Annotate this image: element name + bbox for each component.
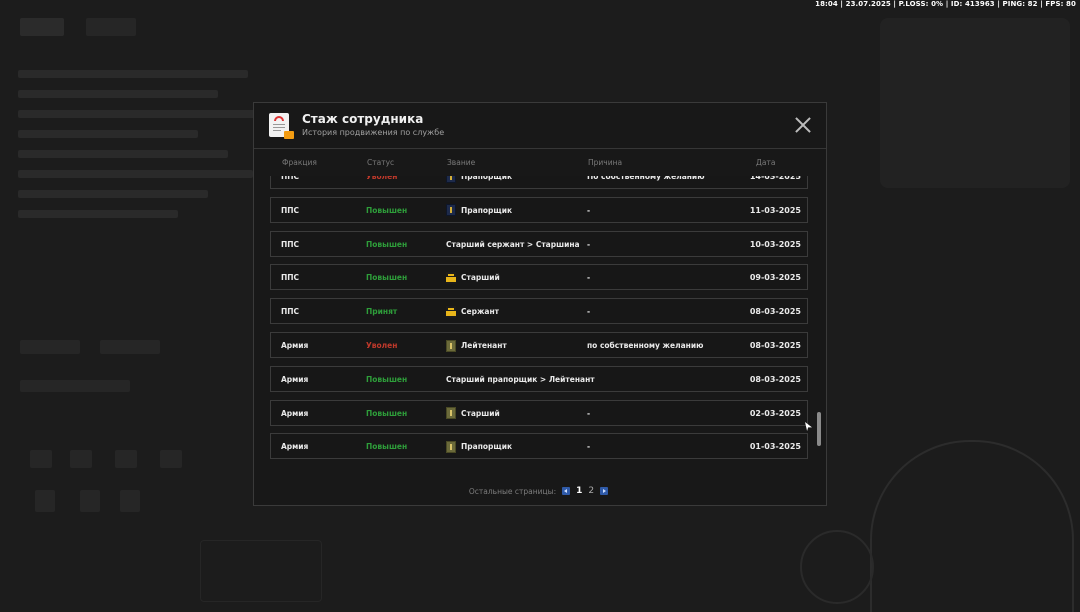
- row-reason: -: [587, 408, 591, 418]
- row-rank-label: Старший: [461, 408, 500, 418]
- row-rank: Прапорщик: [446, 198, 512, 223]
- column-status: Статус: [367, 158, 395, 167]
- row-faction: Армия: [281, 442, 309, 452]
- table-row[interactable]: Армия Повышен Прапорщик - 01-03-2025: [270, 433, 808, 460]
- row-date: 08-03-2025: [749, 307, 801, 317]
- row-reason: -: [587, 273, 591, 283]
- row-rank: Сержант: [446, 299, 499, 324]
- row-status: Повышен: [366, 408, 408, 418]
- next-page-button[interactable]: [600, 487, 609, 495]
- row-status: Принят: [366, 307, 398, 317]
- table-row[interactable]: ППС Уволен Прапорщик По собственному желани…: [270, 176, 808, 189]
- column-date: Дата: [756, 158, 776, 167]
- pagination-label: Остальные страницы:: [468, 486, 557, 496]
- prev-page-button[interactable]: [562, 487, 571, 495]
- blurred-chat: [18, 70, 258, 230]
- modal-title: Стаж сотрудника: [302, 112, 424, 126]
- row-rank: Прапорщик: [446, 176, 512, 189]
- blurred-speedometer: [870, 440, 1074, 612]
- table-row[interactable]: ППС Повышен Старший - 09-03-2025: [270, 264, 808, 291]
- table-row[interactable]: Армия Повышен Старший - 02-03-2025: [270, 399, 808, 426]
- olive-shoulder-strap-icon: [446, 407, 456, 420]
- blurred-inventory-panel: [20, 340, 250, 520]
- row-rank: Лейтенант: [446, 333, 507, 358]
- olive-shoulder-strap-icon: [446, 339, 456, 352]
- row-reason: -: [587, 307, 591, 317]
- yellow-stripes-icon: [446, 271, 456, 284]
- olive-shoulder-strap-icon: [446, 440, 456, 453]
- row-date: 11-03-2025: [749, 205, 801, 215]
- scrollbar-thumb[interactable]: [817, 412, 821, 446]
- table-row[interactable]: ППС Повышен Прапорщик - 11-03-2025: [270, 196, 808, 223]
- row-reason: по собственному желанию: [587, 341, 704, 350]
- row-rank-label: Лейтенант: [461, 341, 507, 350]
- navy-shoulder-strap-icon: [446, 176, 456, 183]
- table-row[interactable]: Армия Уволен Лейтенант по собственному жела…: [270, 332, 808, 358]
- row-rank-label: Старший сержант > Старшина: [446, 239, 580, 249]
- column-reason: Причина: [588, 158, 623, 167]
- row-faction: ППС: [281, 307, 300, 317]
- row-faction: ППС: [281, 239, 300, 249]
- blurred-hotbar: [200, 540, 322, 602]
- row-date: 01-03-2025: [749, 442, 801, 452]
- row-rank: Старший: [446, 265, 500, 290]
- row-reason: -: [587, 442, 591, 452]
- blurred-server-info: [86, 18, 136, 36]
- row-rank-label: Прапорщик: [461, 205, 513, 215]
- history-list[interactable]: ППС Уволен Прапорщик По собственному желани…: [270, 176, 812, 473]
- row-date: 09-03-2025: [749, 273, 801, 283]
- row-faction: Армия: [281, 408, 309, 418]
- modal-header: Стаж сотрудника История продвижения по с…: [254, 103, 826, 149]
- column-rank: Звание: [447, 158, 476, 167]
- row-faction: ППС: [281, 205, 300, 215]
- row-date: 08-03-2025: [749, 374, 801, 384]
- navy-shoulder-strap-icon: [446, 204, 456, 217]
- row-status: Повышен: [366, 239, 408, 249]
- pagination: Остальные страницы: 1 2: [254, 485, 826, 497]
- blurred-server-logo: [20, 18, 64, 36]
- row-date: 08-03-2025: [749, 341, 801, 350]
- row-reason: -: [587, 205, 591, 215]
- service-history-modal: Стаж сотрудника История продвижения по с…: [253, 102, 827, 506]
- row-rank-label: Прапорщик: [461, 176, 513, 181]
- table-row[interactable]: Армия Повышен Старший прапорщик > Лейтенан…: [270, 365, 808, 392]
- blurred-minimap: [880, 18, 1070, 188]
- row-rank: Прапорщик: [446, 434, 512, 459]
- page-2-button[interactable]: 2: [588, 486, 594, 496]
- table-row[interactable]: ППС Повышен Старший сержант > Старшина - 10-…: [270, 230, 808, 257]
- page-1-button[interactable]: 1: [576, 486, 582, 496]
- row-rank: Старший прапорщик > Лейтенант: [446, 367, 595, 392]
- table-row[interactable]: ППС Принят Сержант - 08-03-2025: [270, 298, 808, 325]
- scrollbar[interactable]: [817, 176, 821, 473]
- row-rank: Старший: [446, 401, 500, 426]
- modal-subtitle: История продвижения по службе: [302, 128, 445, 137]
- row-reason: -: [587, 239, 591, 249]
- document-icon: [269, 113, 294, 139]
- row-rank-label: Старший: [461, 273, 500, 283]
- yellow-stripes-icon: [446, 305, 456, 318]
- row-rank: Старший сержант > Старшина: [446, 232, 580, 257]
- row-faction: ППС: [281, 176, 300, 181]
- blurred-gauge: [800, 530, 874, 604]
- row-faction: Армия: [281, 341, 309, 350]
- row-status: Повышен: [366, 205, 408, 215]
- row-rank-label: Сержант: [461, 307, 500, 317]
- row-reason: По собственному желанию: [587, 176, 705, 181]
- row-date: 02-03-2025: [749, 408, 801, 418]
- row-date: 14-03-2025: [749, 176, 801, 181]
- row-status: Повышен: [366, 273, 408, 283]
- hud-status-bar: 18:04 | 23.07.2025 | P.LOSS: 0% | ID: 41…: [815, 0, 1076, 8]
- close-icon[interactable]: [794, 116, 812, 134]
- row-status: Уволен: [366, 176, 398, 181]
- row-rank-label: Прапорщик: [461, 442, 513, 452]
- row-status: Повышен: [366, 374, 408, 384]
- column-faction: Фракция: [282, 158, 317, 167]
- row-faction: Армия: [281, 374, 309, 384]
- row-faction: ППС: [281, 273, 300, 283]
- row-rank-label: Старший прапорщик > Лейтенант: [446, 374, 595, 384]
- row-status: Повышен: [366, 442, 408, 452]
- row-status: Уволен: [366, 341, 398, 350]
- row-date: 10-03-2025: [749, 239, 801, 249]
- table-header: Фракция Статус Звание Причина Дата: [270, 158, 810, 170]
